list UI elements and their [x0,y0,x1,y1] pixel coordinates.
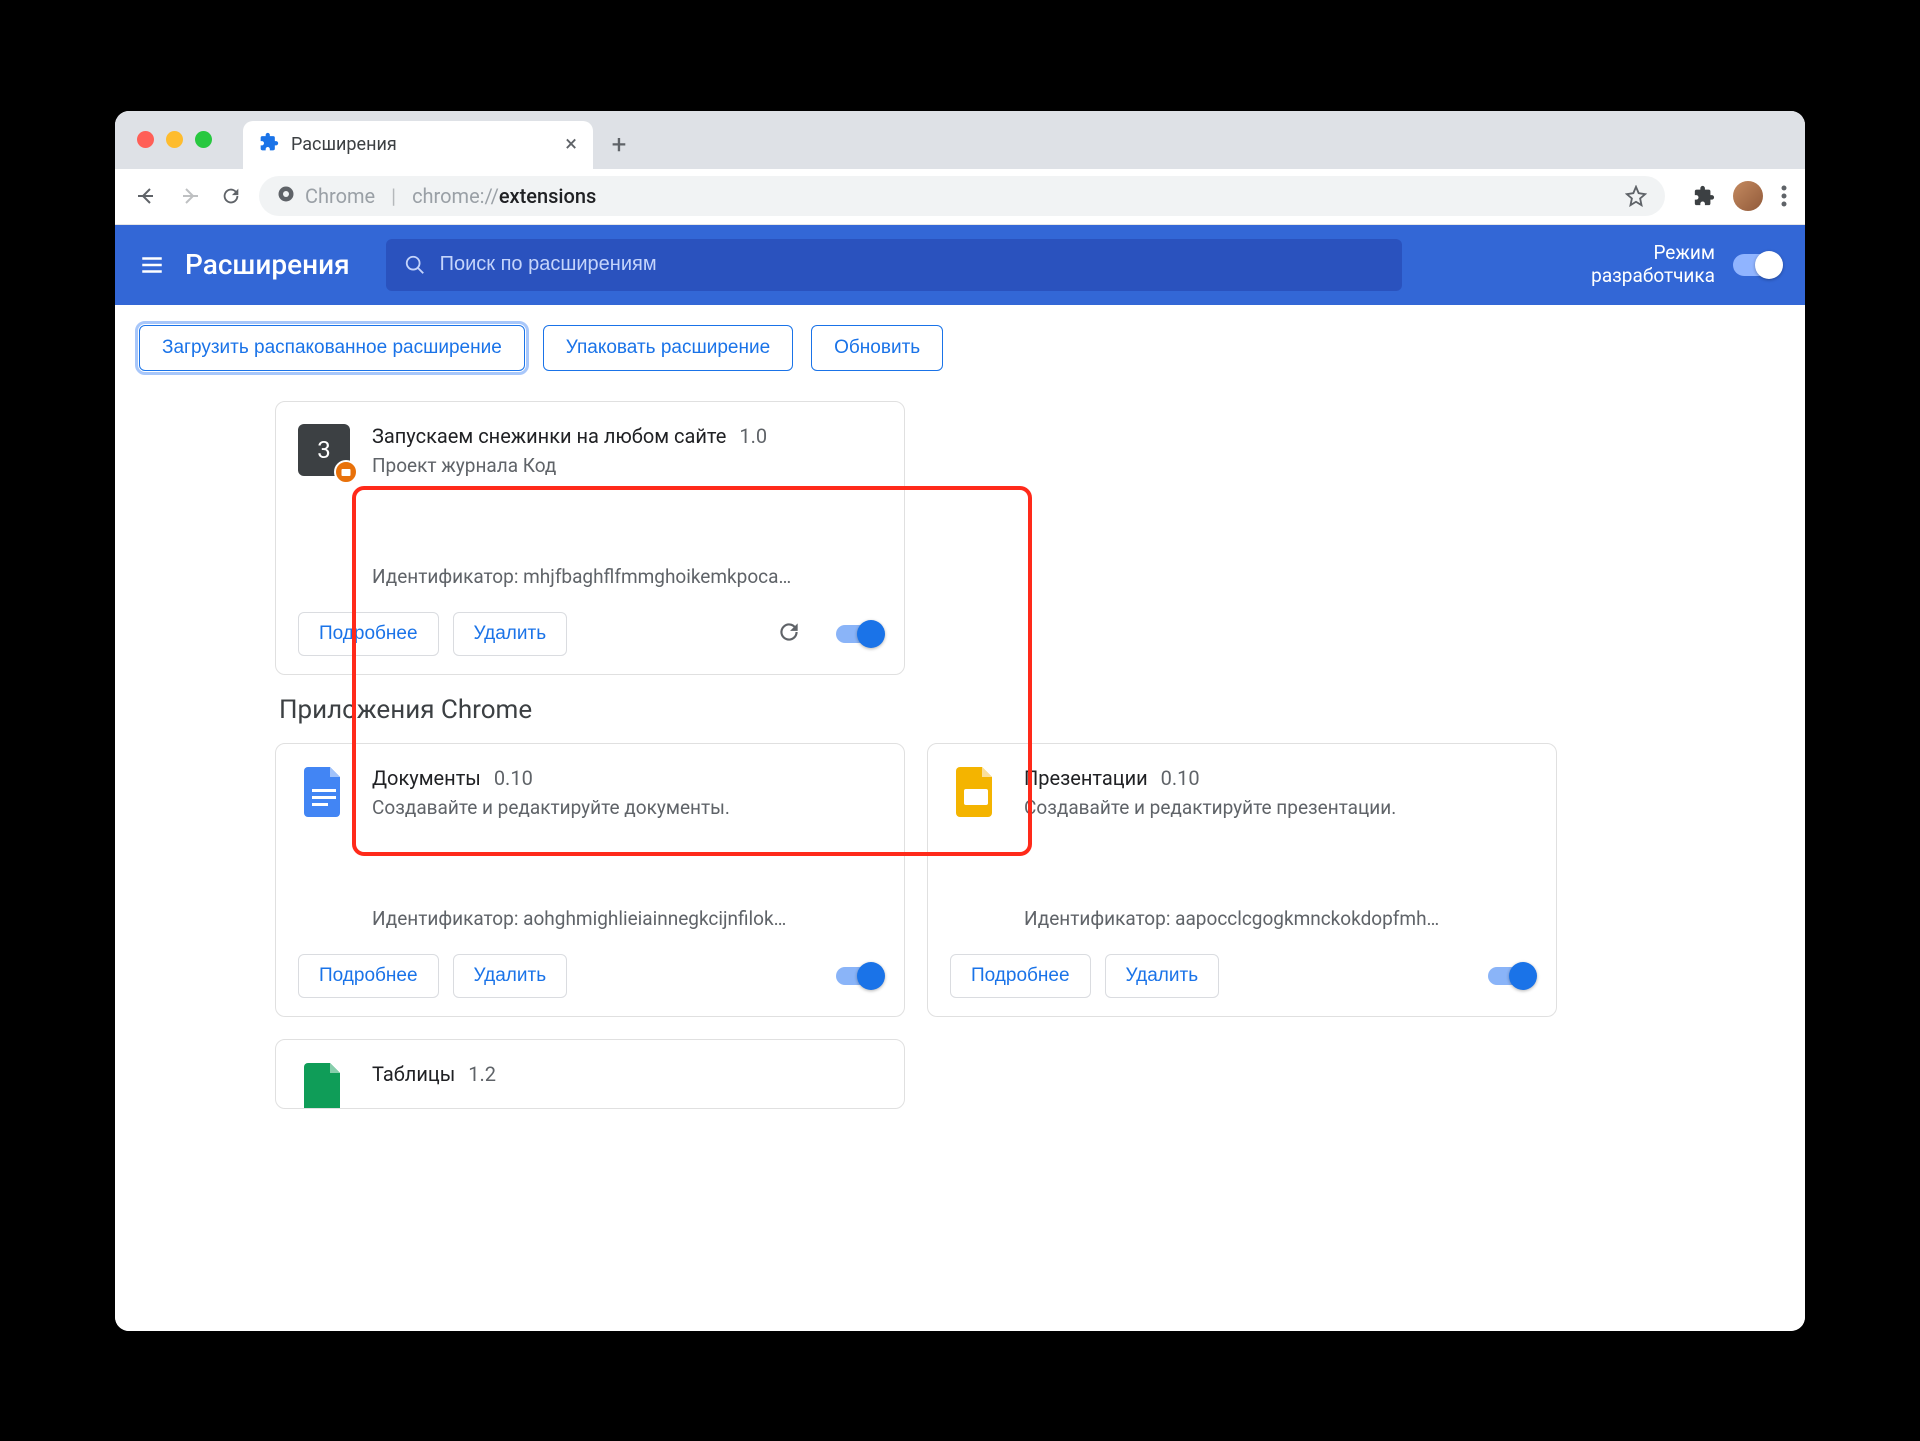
dev-actions-row: Загрузить распакованное расширение Упако… [115,305,1805,391]
url-path: extensions [499,184,596,208]
browser-tab[interactable]: Расширения × [243,121,593,169]
id-label: Идентификатор: [372,907,518,930]
app-name: Презентации [1024,766,1148,790]
extensions-header: Расширения Режим разработчика [115,225,1805,305]
address-bar[interactable]: Chrome | chrome://extensions [259,176,1665,216]
extensions-menu-button[interactable] [1693,185,1715,207]
browser-window: Расширения × + Chrome | chrome://extensi… [115,111,1805,1331]
app-description: Создавайте и редактируйте презентации. [1024,796,1534,819]
profile-avatar[interactable] [1733,181,1763,211]
reload-extension-button[interactable] [776,619,802,649]
dev-mode-label-line1: Режим [1591,242,1715,265]
bookmark-star-icon[interactable] [1625,185,1647,207]
extension-enable-toggle[interactable] [836,625,882,643]
app-enable-toggle[interactable] [1488,967,1534,985]
page-title: Расширения [185,248,350,281]
browser-toolbar: Chrome | chrome://extensions [115,169,1805,225]
remove-button[interactable]: Удалить [453,954,568,998]
app-version: 0.10 [1161,766,1200,790]
tab-bar: Расширения × + [115,111,1805,169]
sheets-icon [298,1062,350,1109]
browser-menu-button[interactable] [1781,185,1787,207]
content-area: Загрузить распакованное расширение Упако… [115,305,1805,1331]
remove-button[interactable]: Удалить [453,612,568,656]
chrome-icon [277,184,295,208]
apps-section-title: Приложения Chrome [279,695,1645,725]
app-card-slides: Презентации 0.10 Создавайте и редактируй… [927,743,1557,1017]
search-field[interactable] [386,239,1402,291]
details-button[interactable]: Подробнее [298,612,439,656]
app-name: Таблицы [372,1062,455,1086]
app-card-docs: Документы 0.10 Создавайте и редактируйте… [275,743,905,1017]
developer-mode-toggle[interactable] [1733,254,1781,276]
close-tab-button[interactable]: × [565,132,577,157]
back-button[interactable] [133,184,161,208]
extension-id: mhjfbaghflfmmghoikemkpoca… [523,565,791,588]
app-description: Создавайте и редактируйте документы. [372,796,882,819]
reload-button[interactable] [217,185,245,207]
slides-icon [950,766,1002,818]
update-button[interactable]: Обновить [811,325,943,371]
app-id: aapocclcgogkmnckokdopfmh… [1175,907,1439,930]
minimize-window-button[interactable] [166,131,183,148]
app-version: 0.10 [494,766,533,790]
close-window-button[interactable] [137,131,154,148]
app-enable-toggle[interactable] [836,967,882,985]
icon-text: 3 [317,436,331,464]
app-name: Документы [372,766,481,790]
load-unpacked-button[interactable]: Загрузить распакованное расширение [139,325,525,371]
url-dim: chrome:// [412,184,499,208]
extension-description: Проект журнала Код [372,454,882,477]
window-controls [137,131,212,148]
extension-icon [259,132,279,157]
remove-button[interactable]: Удалить [1105,954,1220,998]
tab-title: Расширения [291,134,397,155]
pack-extension-button[interactable]: Упаковать расширение [543,325,793,371]
id-label: Идентификатор: [372,565,518,588]
docs-icon [298,766,350,818]
extension-version: 1.0 [739,424,767,448]
details-button[interactable]: Подробнее [298,954,439,998]
app-id: aohghmighlieiainnegkcijnfilok… [523,907,786,930]
dev-mode-label-line2: разработчика [1591,265,1715,288]
details-button[interactable]: Подробнее [950,954,1091,998]
unpacked-badge-icon [334,460,358,484]
menu-button[interactable] [139,252,165,278]
maximize-window-button[interactable] [195,131,212,148]
separator: | [391,184,396,208]
id-label: Идентификатор: [1024,907,1170,930]
extension-name: Запускаем снежинки на любом сайте [372,424,726,448]
developer-mode-control: Режим разработчика [1591,242,1781,288]
new-tab-button[interactable]: + [599,125,639,165]
url-scheme-label: Chrome [305,184,375,208]
forward-button[interactable] [175,184,203,208]
search-input[interactable] [440,253,1384,276]
extension-card: 3 Запускаем снежинки на любом сайте 1.0 … [275,401,905,675]
app-card-sheets: Таблицы 1.2 [275,1039,905,1109]
app-version: 1.2 [468,1062,496,1086]
extension-app-icon: 3 [298,424,350,476]
